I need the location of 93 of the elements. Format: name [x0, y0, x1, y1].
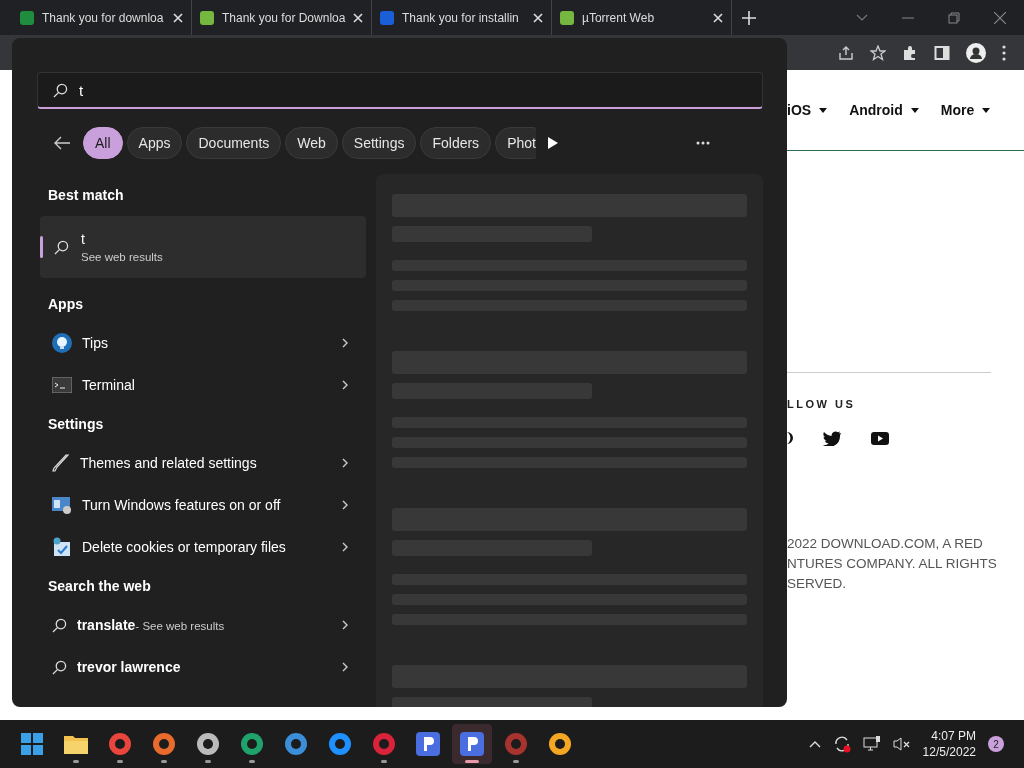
- twitter-bird-icon[interactable]: [823, 430, 841, 446]
- nav-link[interactable]: iOS: [787, 102, 828, 118]
- site-icon: [380, 10, 394, 25]
- brush-icon: [52, 454, 70, 472]
- chevron-right-icon[interactable]: [342, 458, 348, 468]
- section-heading: Apps: [47, 295, 84, 314]
- app-icon: [240, 732, 264, 756]
- result-item[interactable]: Delete cookies or temporary files: [40, 526, 366, 568]
- best-match-item[interactable]: t See web results: [40, 216, 366, 278]
- result-item[interactable]: Tips: [40, 322, 366, 364]
- copyright-text: 2022 DOWNLOAD.COM, A RED NTURES COMPANY. ALL RIGHTS SERVED.: [787, 535, 997, 593]
- site-icon: [560, 10, 574, 25]
- network-icon[interactable]: [862, 736, 881, 752]
- chevron-right-icon[interactable]: [342, 380, 348, 390]
- result-item[interactable]: Themes and related settings: [40, 442, 366, 484]
- section-heading: Best match: [47, 186, 125, 205]
- filter-chip[interactable]: Folders: [420, 127, 492, 159]
- result-item[interactable]: translate- See web results: [40, 604, 366, 646]
- lightbulb-icon: [52, 333, 72, 353]
- play-icon[interactable]: [548, 137, 558, 149]
- chevron-right-icon[interactable]: [342, 662, 348, 672]
- caret-icon: [982, 107, 991, 113]
- filter-chip[interactable]: Documents: [186, 127, 282, 159]
- tab-search-icon[interactable]: [856, 13, 868, 22]
- app-icon: [152, 732, 176, 756]
- chevron-right-icon[interactable]: [342, 620, 348, 630]
- result-title: Turn Windows features on or off: [82, 497, 282, 513]
- social-icon[interactable]: [787, 430, 793, 446]
- chevron-right-icon[interactable]: [342, 500, 348, 510]
- result-title: t: [81, 231, 86, 247]
- sync-icon[interactable]: [832, 735, 851, 753]
- app-icon: [284, 732, 308, 756]
- result-title: trevor lawrence: [77, 659, 182, 675]
- profile-icon[interactable]: [966, 42, 986, 63]
- chevron-up-icon[interactable]: [808, 740, 821, 748]
- result-title: Terminal: [82, 377, 136, 393]
- app-icon: [108, 732, 132, 756]
- star-icon[interactable]: [870, 44, 886, 61]
- puzzle-icon[interactable]: [902, 44, 918, 61]
- search-icon: [53, 83, 68, 98]
- caret-icon: [819, 107, 828, 113]
- restore-icon[interactable]: [948, 11, 960, 24]
- result-title: Tips: [82, 335, 109, 351]
- muted-speaker-icon[interactable]: [892, 736, 911, 752]
- filter-chip[interactable]: Phot: [495, 127, 536, 159]
- filter-chip[interactable]: Settings: [341, 127, 417, 159]
- windows-logo-icon: [21, 733, 43, 755]
- window-features-icon: [52, 496, 72, 514]
- chevron-right-icon[interactable]: [342, 542, 348, 552]
- filter-chip[interactable]: Apps: [126, 127, 183, 159]
- filter-chip[interactable]: Web: [285, 127, 338, 159]
- section-heading: LLOW US: [787, 398, 857, 410]
- taskbar-app[interactable]: [452, 724, 492, 764]
- app-icon: [372, 732, 396, 756]
- app-icon: [504, 732, 528, 756]
- section-heading: Settings: [47, 415, 105, 434]
- section-heading: Search the web: [47, 577, 152, 596]
- nav-link[interactable]: More: [940, 102, 991, 118]
- notification-badge[interactable]: 2: [988, 736, 1004, 752]
- share-icon[interactable]: [838, 44, 854, 61]
- result-item[interactable]: Turn Windows features on or off: [40, 484, 366, 526]
- result-title: Delete cookies or temporary files: [82, 539, 287, 555]
- filter-chip[interactable]: All: [83, 127, 123, 159]
- app-icon: [196, 732, 220, 756]
- result-title: translate- See web results: [77, 617, 226, 633]
- checklist-icon: [52, 537, 72, 557]
- nav-link[interactable]: Android: [849, 102, 919, 118]
- search-icon: [54, 239, 69, 255]
- app-icon: [548, 732, 572, 756]
- folder-icon: [64, 734, 88, 754]
- search-icon: [52, 617, 67, 633]
- site-icon: [20, 10, 34, 25]
- new-tab-icon[interactable]: [742, 10, 756, 25]
- result-title: Themes and related settings: [80, 455, 258, 471]
- search-icon: [52, 659, 67, 675]
- search-field[interactable]: t: [37, 72, 763, 109]
- app-icon: [328, 732, 352, 756]
- caret-icon: [910, 107, 919, 113]
- chevron-right-icon[interactable]: [342, 338, 348, 348]
- site-icon: [200, 10, 214, 25]
- result-item[interactable]: trevor lawrence: [40, 646, 366, 688]
- back-arrow-icon[interactable]: [53, 136, 71, 150]
- app-icon: [460, 732, 484, 756]
- result-subtitle: See web results: [81, 251, 163, 263]
- more-icon[interactable]: [696, 141, 710, 145]
- menu-icon[interactable]: [1002, 44, 1006, 61]
- youtube-icon[interactable]: [871, 431, 889, 445]
- clock-date[interactable]: 12/5/2022: [922, 744, 976, 760]
- app-icon: [416, 732, 440, 756]
- result-item[interactable]: Terminal: [40, 364, 366, 406]
- side-panel-icon[interactable]: [934, 44, 950, 61]
- terminal-icon: [52, 377, 72, 393]
- clock-time[interactable]: 4:07 PM: [931, 728, 976, 744]
